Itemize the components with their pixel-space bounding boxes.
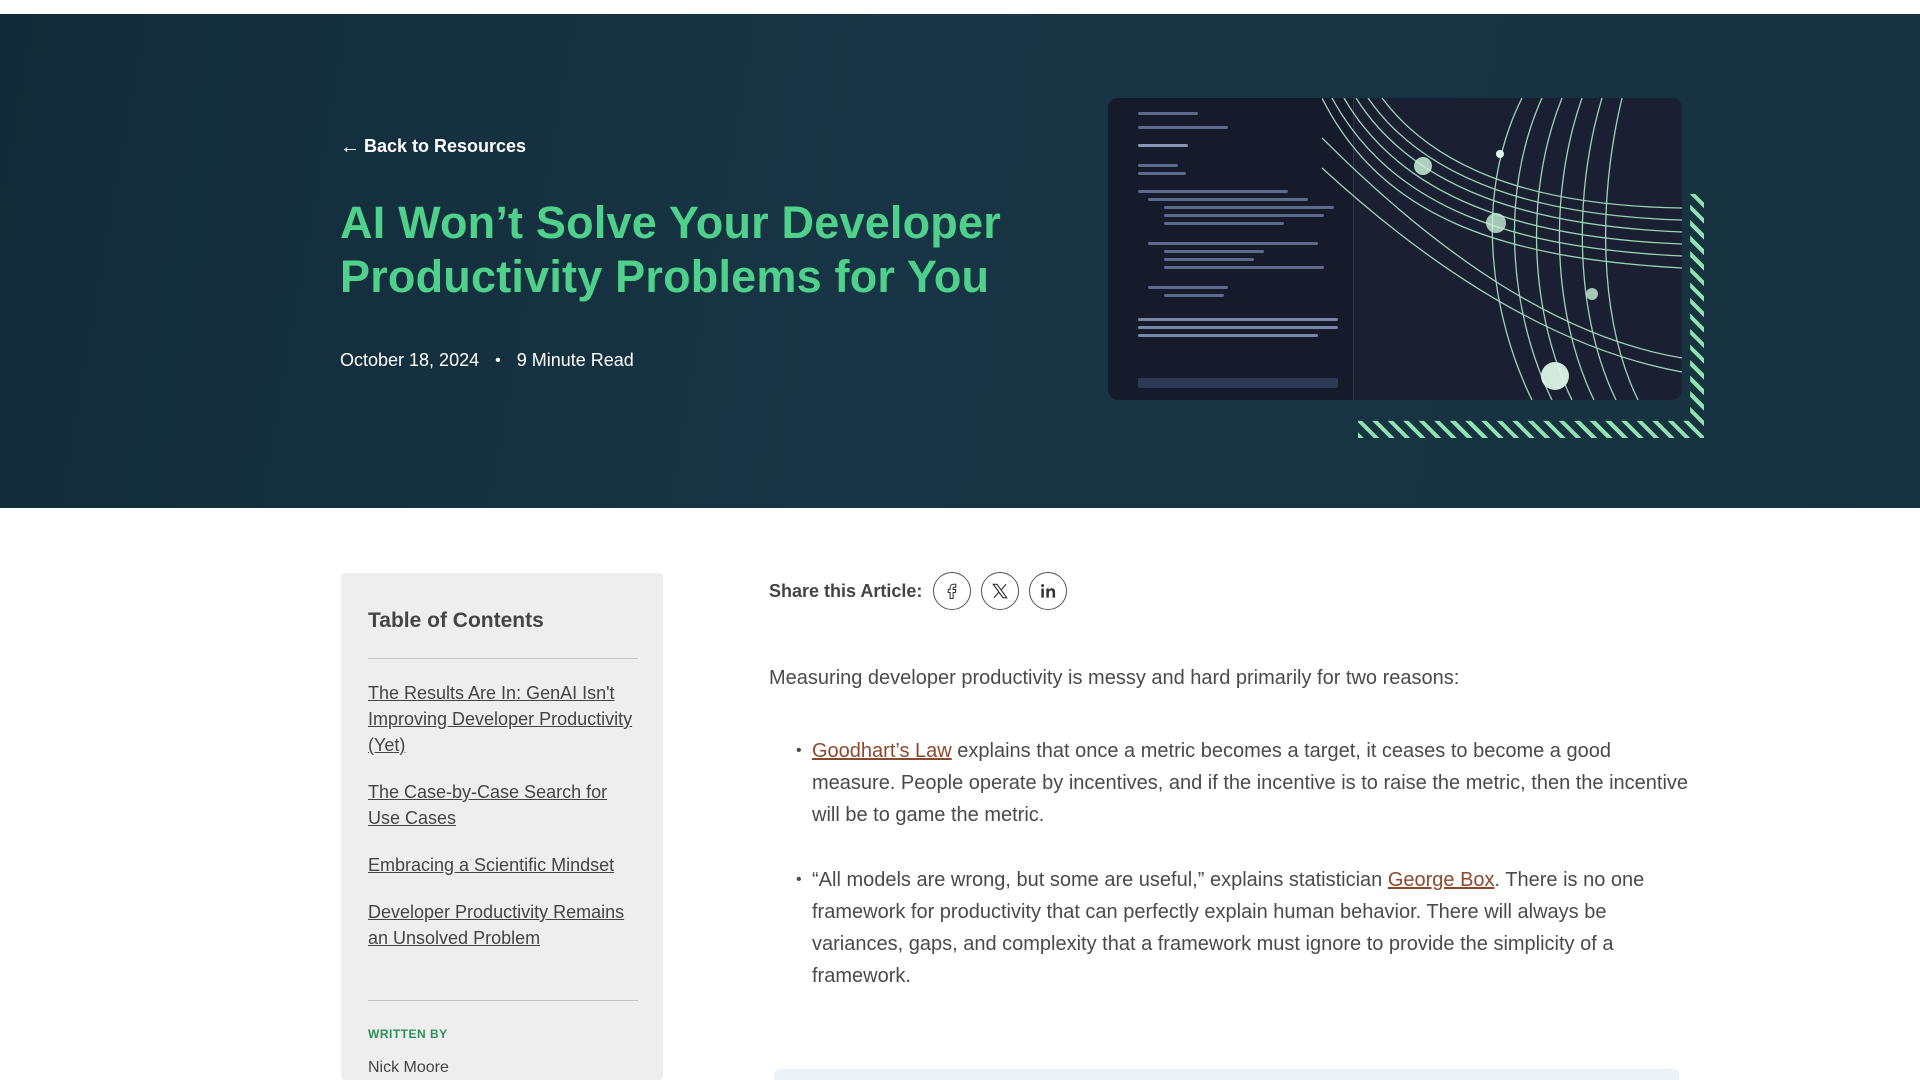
meta-separator: • [495, 351, 501, 369]
list-item: • “All models are wrong, but some are use… [769, 864, 1689, 992]
share-x-button[interactable] [981, 572, 1020, 610]
toc-divider [368, 658, 638, 659]
table-of-contents: Table of Contents The Results Are In: Ge… [341, 573, 663, 1080]
article-body: Measuring developer productivity is mess… [769, 663, 1689, 1025]
author-name: Nick Moore [368, 1059, 449, 1076]
toc-link-scientific-mindset[interactable]: Embracing a Scientific Mindset [368, 855, 614, 875]
next-section-preview [774, 1069, 1679, 1080]
share-label: Share this Article: [769, 580, 923, 601]
code-pane [1108, 98, 1354, 400]
code-editor-mockup [1108, 98, 1682, 400]
george-box-link[interactable]: George Box [1388, 869, 1495, 891]
page-title: AI Won’t Solve Your Developer Productivi… [340, 197, 1001, 302]
toc-divider [368, 1000, 638, 1001]
linkedin-icon [1041, 584, 1056, 598]
share-bar: Share this Article: [769, 572, 1068, 610]
top-strip [0, 0, 1920, 14]
goodharts-law-link[interactable]: Goodhart’s Law [812, 740, 952, 762]
share-linkedin-button[interactable] [1029, 572, 1068, 610]
article-bullet-list: • Goodhart’s Law explains that once a met… [769, 735, 1689, 992]
back-to-resources-link[interactable]: ← Back to Resources [340, 136, 526, 157]
facebook-icon [948, 583, 957, 600]
toc-item: Embracing a Scientific Mindset [368, 852, 643, 878]
toc-link-use-cases[interactable]: The Case-by-Case Search for Use Cases [368, 782, 607, 828]
arrow-left-icon: ← [340, 135, 360, 158]
list-item: • Goodhart’s Law explains that once a met… [769, 735, 1689, 831]
article-intro: Measuring developer productivity is mess… [769, 667, 1460, 689]
wave-lines-graphic [1322, 98, 1682, 400]
toc-link-unsolved-problem[interactable]: Developer Productivity Remains an Unsolv… [368, 902, 624, 948]
toc-link-results[interactable]: The Results Are In: GenAI Isn't Improvin… [368, 683, 632, 755]
toc-item: The Case-by-Case Search for Use Cases [368, 779, 643, 831]
hero-banner: ← Back to Resources AI Won’t Solve Your … [0, 14, 1920, 508]
publish-date: October 18, 2024 [340, 350, 480, 370]
bullet-marker: • [796, 742, 802, 759]
share-facebook-button[interactable] [933, 572, 972, 610]
toc-item: Developer Productivity Remains an Unsolv… [368, 899, 643, 951]
toc-item: The Results Are In: GenAI Isn't Improvin… [368, 680, 643, 758]
toc-title: Table of Contents [368, 609, 544, 632]
bullet-text: “All models are wrong, but some are usef… [812, 869, 1388, 891]
back-link-label: Back to Resources [364, 136, 527, 156]
read-time: 9 Minute Read [516, 350, 634, 370]
bullet-marker: • [796, 871, 802, 888]
hero-illustration [1108, 98, 1704, 438]
written-by-label: WRITTEN BY [368, 1027, 448, 1041]
x-icon [992, 583, 1009, 599]
article-meta: October 18, 2024 • 9 Minute Read [340, 350, 634, 371]
toc-list: The Results Are In: GenAI Isn't Improvin… [368, 680, 643, 972]
